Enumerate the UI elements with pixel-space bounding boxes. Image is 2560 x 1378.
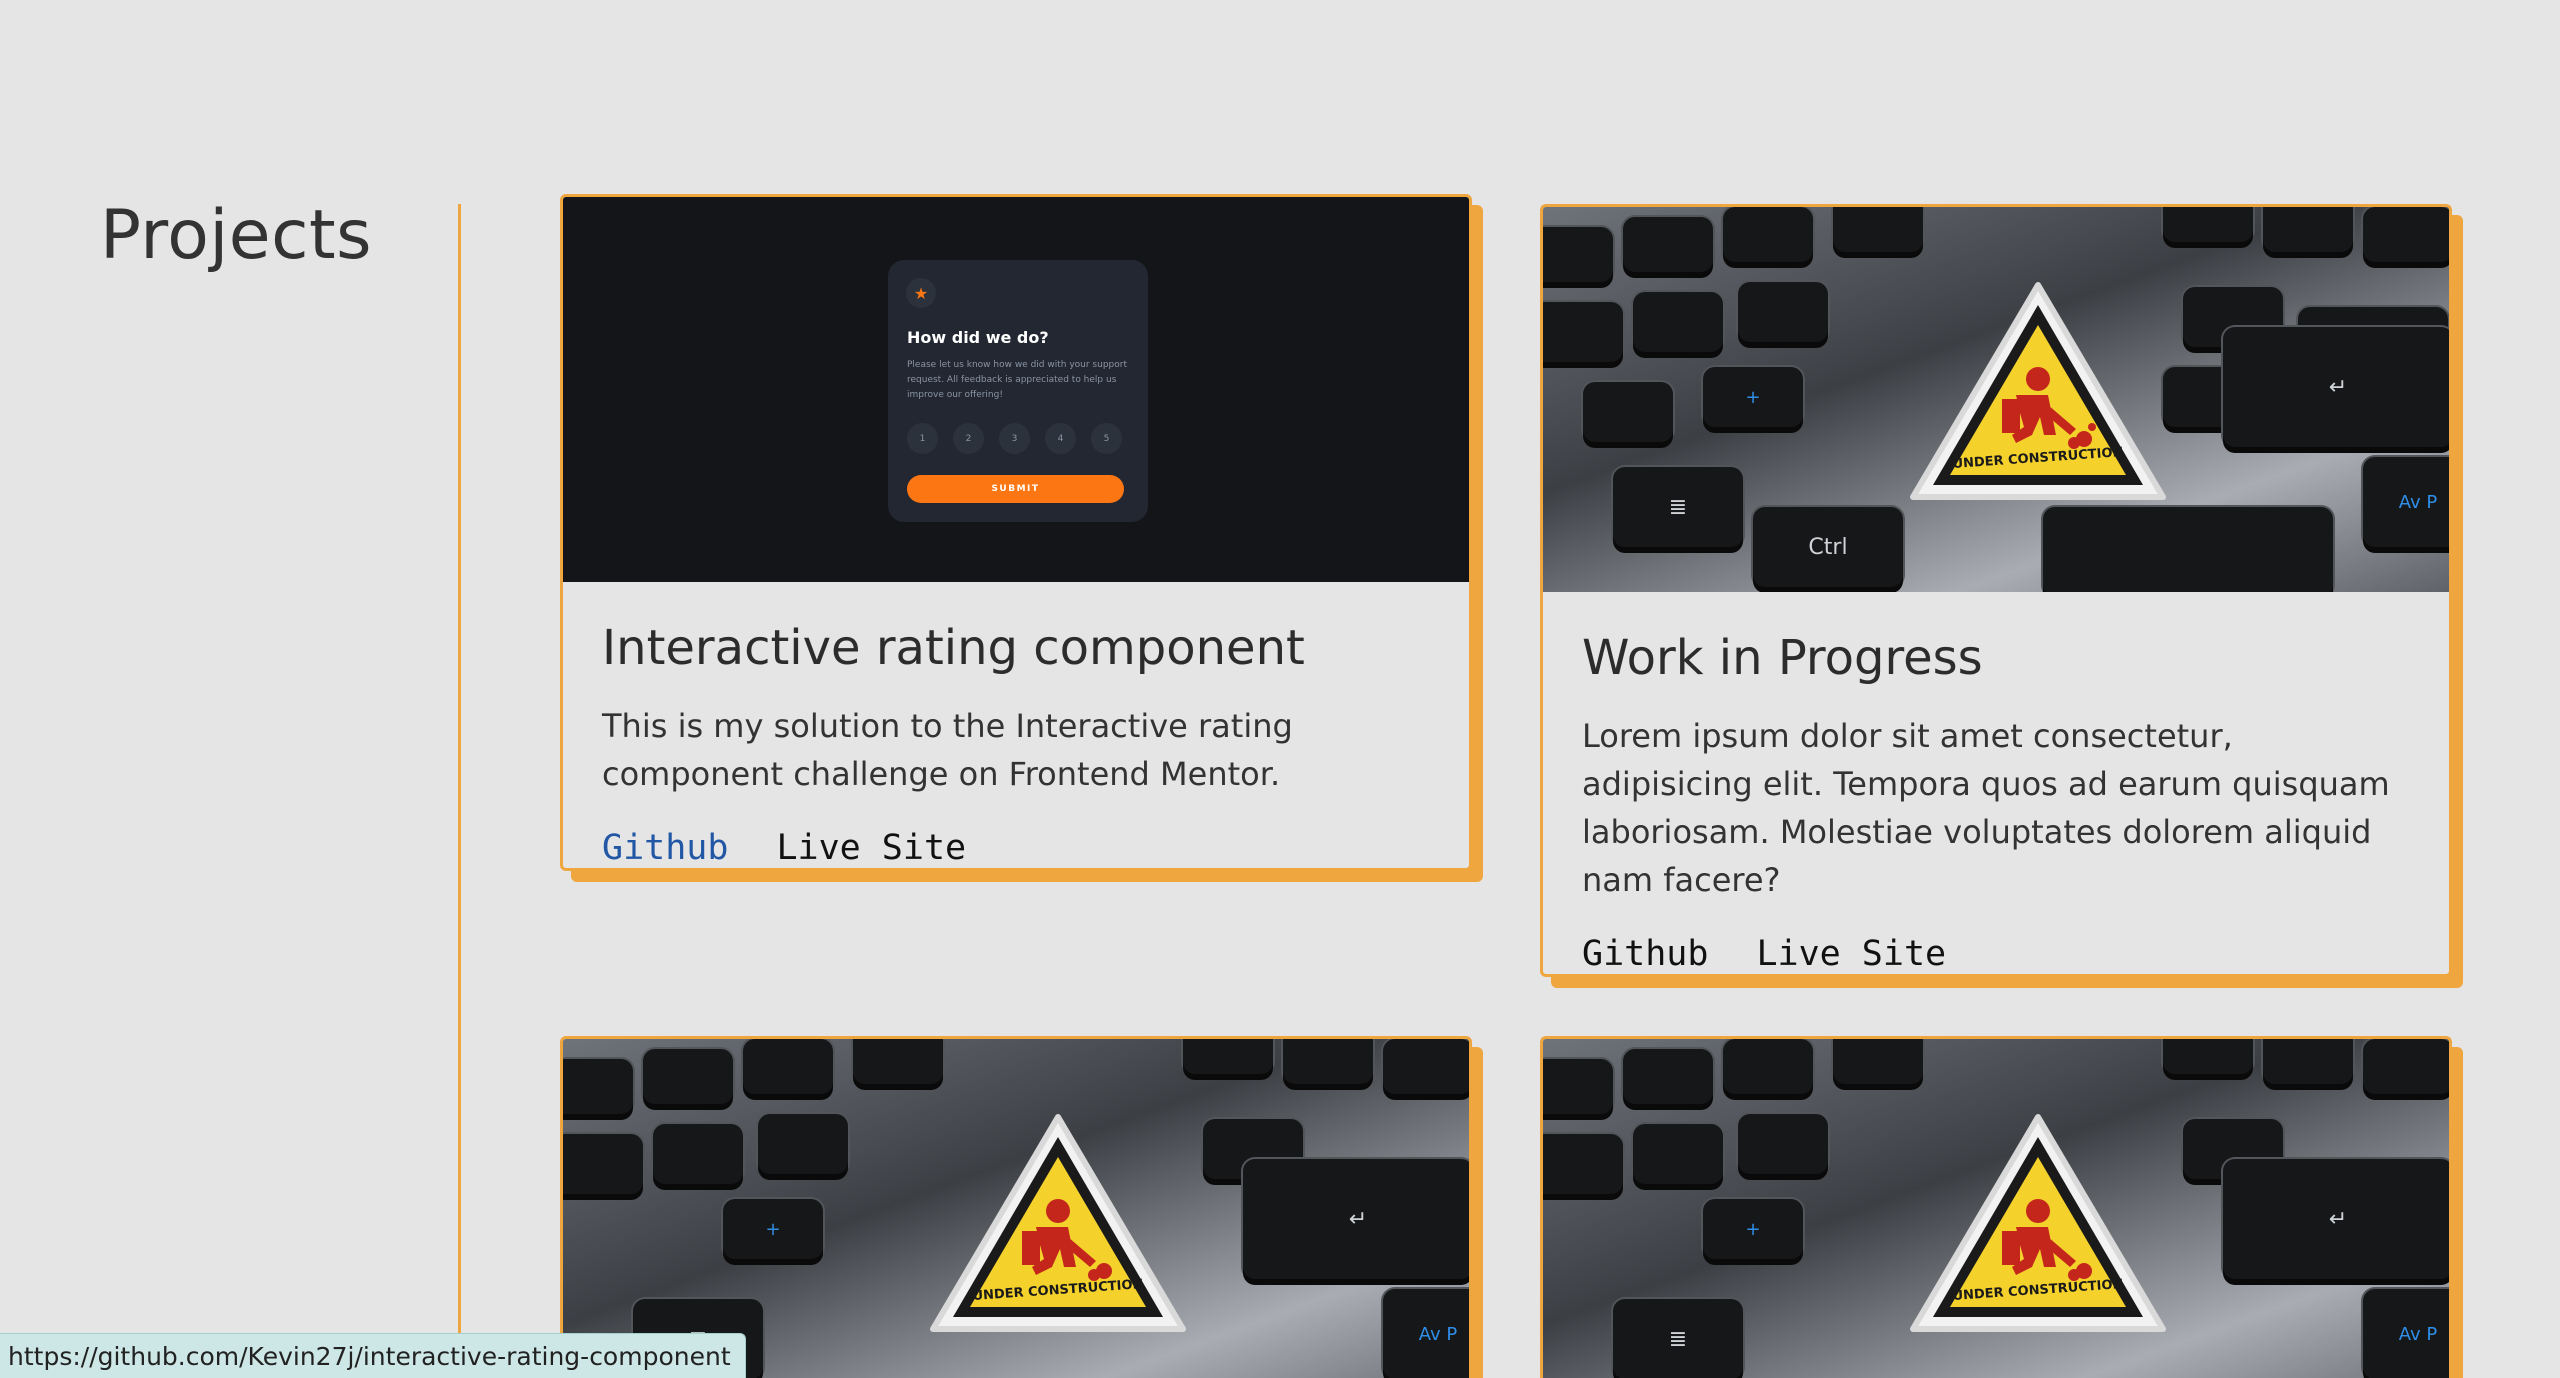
github-link[interactable]: Github (1582, 934, 1708, 974)
under-construction-image: + ↵ ≣ Ctrl Av P UNDER CONSTRUCTION (1543, 207, 2449, 592)
project-preview-image: ★ How did we do? Please let us know how … (563, 197, 1469, 582)
rating-number: 5 (1091, 423, 1122, 454)
project-card-rating: ★ How did we do? Please let us know how … (560, 194, 1472, 871)
under-construction-sign (1910, 282, 2166, 500)
project-links: Github Live Site (1582, 934, 2410, 974)
link-status-bar: https://github.com/Kevin27j/interactive-… (0, 1333, 746, 1378)
rating-preview-numbers: 1 2 3 4 5 (907, 423, 1122, 454)
github-link[interactable]: Github (602, 828, 728, 868)
star-icon: ★ (906, 278, 936, 308)
card-body: Work in Progress Lorem ipsum dolor sit a… (1543, 592, 2449, 974)
card-body: Interactive rating component This is my … (563, 582, 1469, 868)
project-card-wip: + ↵ ≣ Ctrl Av P UNDER CONSTRUCTION Work … (1540, 204, 2452, 977)
rating-number: 4 (1045, 423, 1076, 454)
rating-preview-card: ★ How did we do? Please let us know how … (888, 260, 1148, 522)
rating-number: 3 (999, 423, 1030, 454)
project-title: Work in Progress (1582, 630, 1983, 686)
project-title: Interactive rating component (602, 620, 1305, 676)
project-description: This is my solution to the Interactive r… (602, 707, 1293, 793)
rating-number: 2 (953, 423, 984, 454)
section-title: Projects (100, 196, 373, 275)
live-site-link[interactable]: Live Site (1756, 934, 1946, 974)
rating-preview-question: How did we do? (907, 328, 1049, 347)
under-construction-sign (930, 1114, 1186, 1332)
rating-preview-submit: SUBMIT (907, 475, 1124, 503)
project-card-placeholder: + ↵ ≣ Av P UNDER CONSTRUCTION (560, 1036, 1472, 1378)
rating-number: 1 (907, 423, 938, 454)
rating-preview-text: Please let us know how we did with your … (907, 360, 1127, 400)
under-construction-sign (1910, 1114, 2166, 1332)
page: Projects ★ How did we do? Please let us … (0, 0, 2560, 1378)
under-construction-image: + ↵ ≣ Av P UNDER CONSTRUCTION (1543, 1039, 2449, 1378)
project-card-placeholder: + ↵ ≣ Av P UNDER CONSTRUCTION (1540, 1036, 2452, 1378)
under-construction-image: + ↵ ≣ Av P UNDER CONSTRUCTION (563, 1039, 1469, 1378)
project-description: Lorem ipsum dolor sit amet consectetur, … (1582, 717, 2390, 899)
section-divider (458, 204, 461, 1378)
live-site-link[interactable]: Live Site (776, 828, 966, 868)
project-links: Github Live Site (602, 828, 1430, 868)
